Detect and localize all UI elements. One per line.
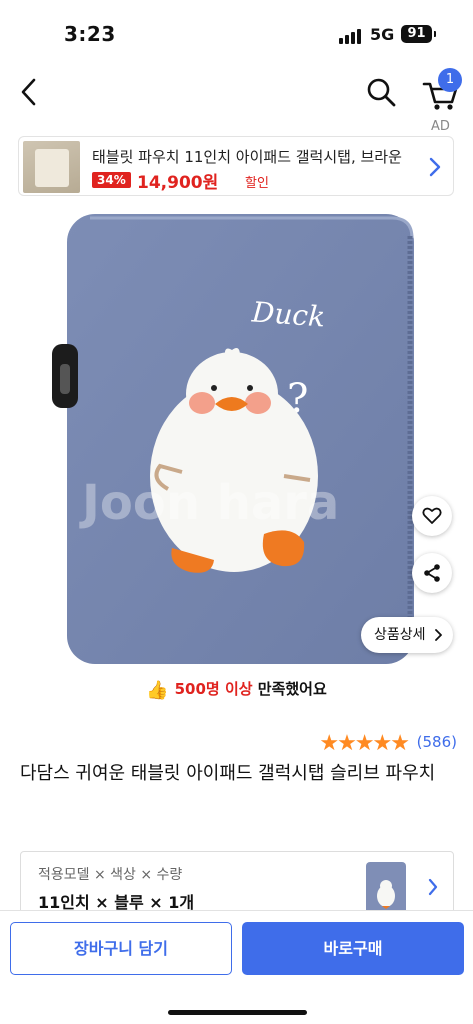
buy-now-button[interactable]: 바로구매 xyxy=(242,922,464,975)
ad-label: AD xyxy=(431,119,450,134)
add-to-cart-button[interactable]: 장바구니 담기 xyxy=(10,922,232,975)
product-detail-label: 상품상세 xyxy=(374,627,426,643)
search-button[interactable] xyxy=(365,76,397,108)
battery-icon: 91 xyxy=(401,25,436,43)
star-icon: ★ xyxy=(372,731,393,756)
thumbs-up-icon: 👍 xyxy=(146,680,169,701)
home-indicator xyxy=(168,1010,307,1015)
pouch-illustration: ? Joon hara xyxy=(52,214,414,664)
star-rating: ★★★★★ xyxy=(319,731,410,756)
ad-sale-label: 할인 xyxy=(245,176,269,191)
chevron-right-icon xyxy=(428,878,438,896)
star-icon: ★ xyxy=(354,731,375,756)
product-image[interactable]: ? Joon hara Duck xyxy=(0,204,473,674)
status-bar: 3:23 5G 91 xyxy=(0,0,473,64)
ad-price: 14,900원 xyxy=(137,173,219,193)
chevron-right-icon xyxy=(429,157,441,177)
satisfaction-suffix: 만족했어요 xyxy=(252,680,327,698)
ad-banner[interactable]: 태블릿 파우치 11인치 아이패드 갤럭시탭, 브라운 34% 14,900원 … xyxy=(18,136,454,196)
cart-button[interactable]: 1 xyxy=(420,68,464,110)
star-icon: ★ xyxy=(319,731,339,756)
network-type: 5G xyxy=(370,25,395,44)
product-detail-button[interactable]: 상품상세 xyxy=(361,617,453,653)
star-icon: ★ xyxy=(337,731,357,756)
cart-count-badge: 1 xyxy=(438,68,462,92)
star-icon: ★ xyxy=(390,731,410,756)
signal-icon xyxy=(339,28,363,44)
ad-thumbnail xyxy=(23,141,80,193)
back-button[interactable] xyxy=(14,74,46,110)
bottom-action-bar: 장바구니 담기 바로구매 xyxy=(0,910,473,1024)
chevron-right-icon xyxy=(435,629,442,641)
ad-discount-badge: 34% xyxy=(92,172,131,188)
satisfaction-text: 👍 500명 이상 만족했어요 xyxy=(0,678,473,701)
ad-title: 태블릿 파우치 11인치 아이패드 갤럭시탭, 브라운 xyxy=(92,148,402,166)
status-time: 3:23 xyxy=(64,22,116,46)
back-icon xyxy=(21,78,36,106)
rating-row[interactable]: ★★★★★ (586) xyxy=(297,731,457,756)
share-button[interactable] xyxy=(412,553,452,593)
wishlist-button[interactable] xyxy=(412,496,452,536)
product-title: 다담스 귀여운 태블릿 아이패드 갤럭시탭 슬리브 파우치 xyxy=(20,763,436,784)
option-label: 적용모델 × 색상 × 수량 xyxy=(38,867,183,883)
share-icon xyxy=(424,564,440,582)
duck-text: Duck xyxy=(250,295,327,334)
watermark-text: Joon hara xyxy=(79,475,339,531)
review-count-link[interactable]: (586) xyxy=(417,733,457,751)
search-icon xyxy=(367,78,396,107)
heart-icon xyxy=(422,507,442,524)
satisfaction-count: 500명 이상 xyxy=(174,680,253,698)
